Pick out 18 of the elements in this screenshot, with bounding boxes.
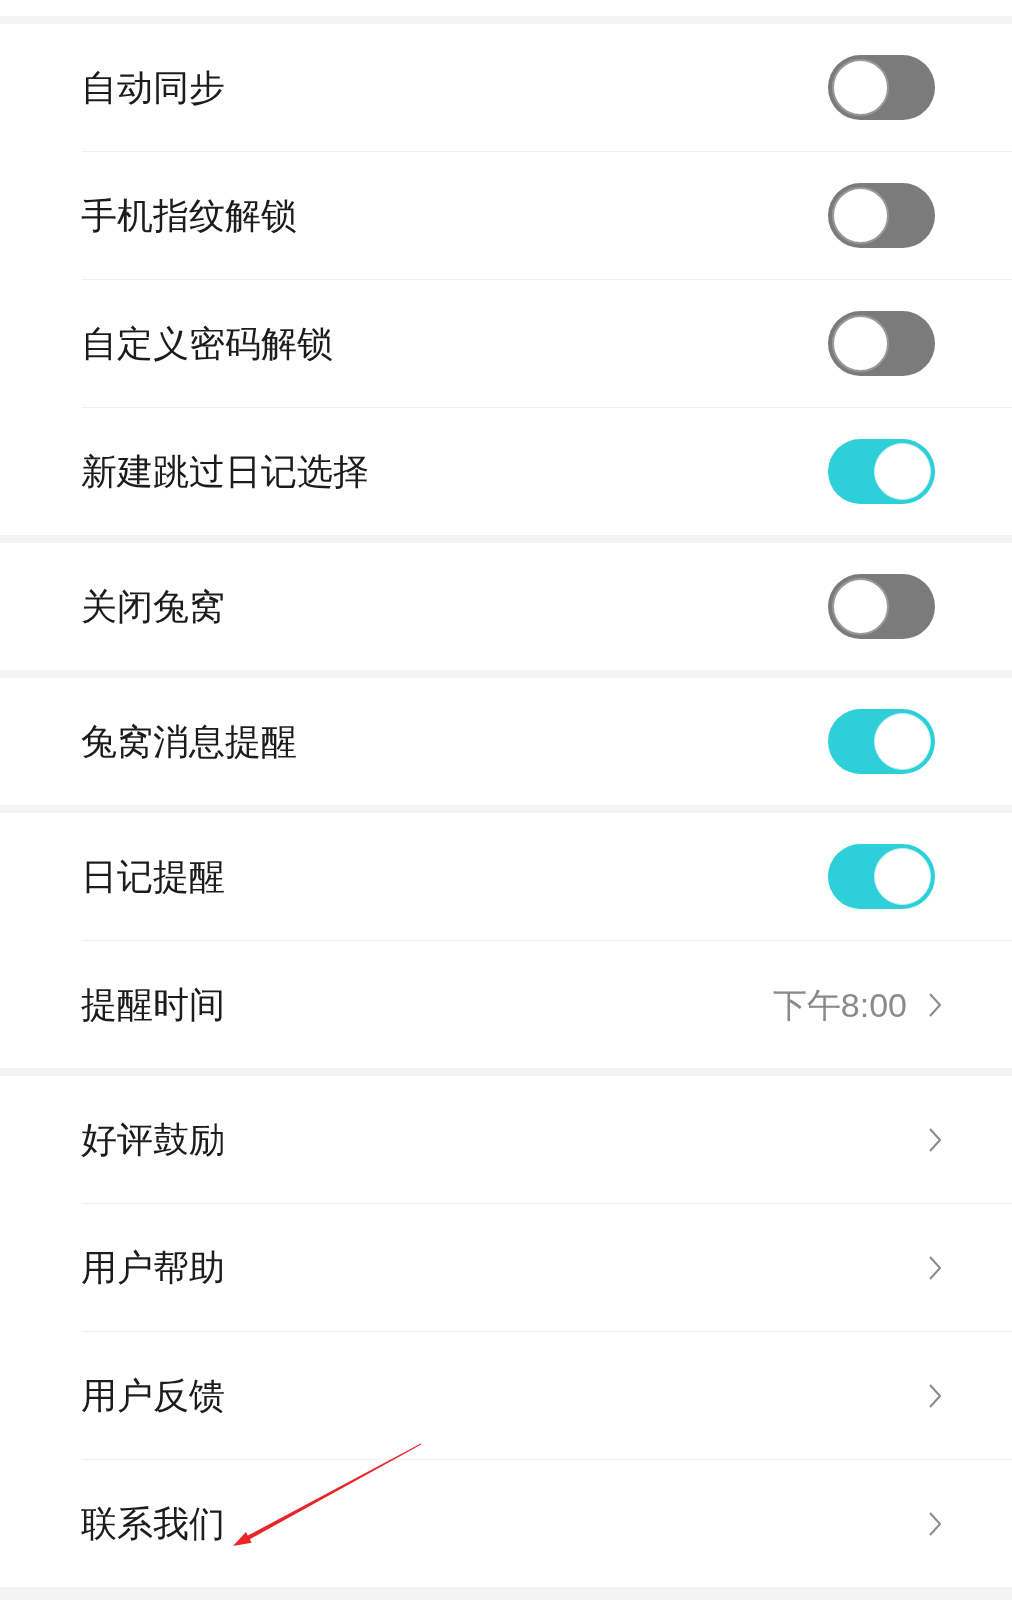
menu-item-label[interactable]: 用户帮助 <box>81 1249 225 1286</box>
chevron-right-icon <box>929 1383 941 1408</box>
menu-item-label[interactable]: 联系我们 <box>81 1505 225 1542</box>
setting-label: 自定义密码解锁 <box>81 325 333 362</box>
menu-item-label[interactable]: 用户反馈 <box>81 1377 225 1414</box>
setting-value: 下午8:00 <box>772 987 907 1022</box>
setting-label: 自动同步 <box>81 69 225 106</box>
setting-label: 新建跳过日记选择 <box>81 453 369 490</box>
menu-item-label[interactable]: 好评鼓励 <box>81 1121 225 1158</box>
chevron-right-icon <box>929 992 941 1017</box>
chevron-right-icon <box>929 1255 941 1280</box>
setting-label: 手机指纹解锁 <box>81 197 297 234</box>
chevron-right-icon <box>929 1127 941 1152</box>
chevron-right-icon <box>929 1511 941 1536</box>
setting-label: 兔窝消息提醒 <box>81 723 297 760</box>
setting-label: 关闭兔窝 <box>81 588 225 625</box>
setting-label: 日记提醒 <box>81 858 225 895</box>
menu-item-label[interactable]: 提醒时间 <box>81 986 225 1023</box>
